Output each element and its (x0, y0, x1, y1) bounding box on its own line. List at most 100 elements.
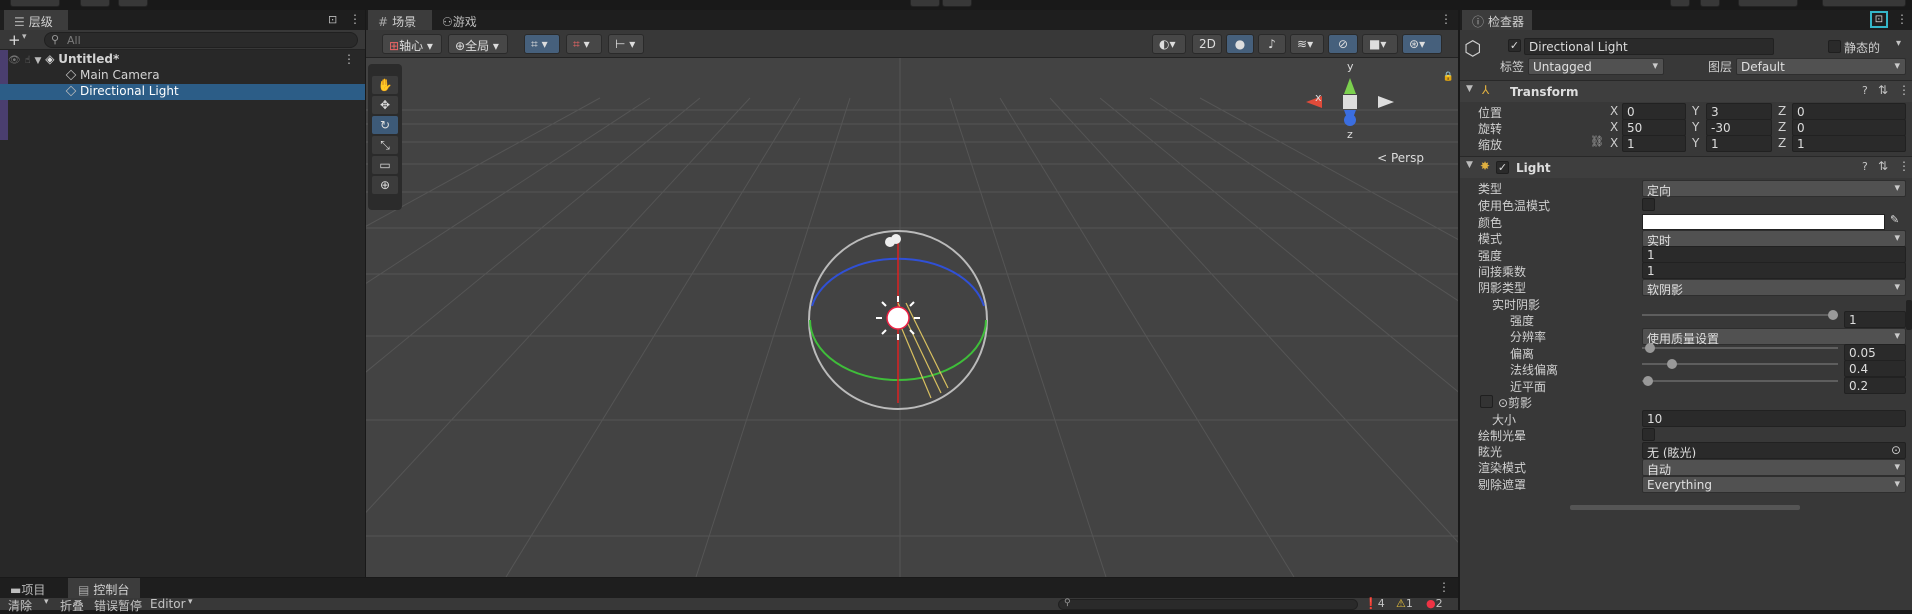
hand-tool[interactable]: ✋ (372, 76, 398, 94)
preset-icon[interactable]: ⇅ (1878, 83, 1888, 97)
slider-knob[interactable] (1828, 310, 1838, 320)
component-more-icon[interactable]: ⋮ (1898, 83, 1910, 97)
component-more-icon[interactable]: ⋮ (1898, 159, 1910, 173)
clear-dropdown-icon[interactable]: ▾ (44, 597, 49, 607)
render-mode-dropdown[interactable]: 自动 (1642, 459, 1906, 477)
layers-button[interactable] (1700, 0, 1720, 7)
more-icon[interactable]: ⋮ (349, 12, 361, 26)
search-input[interactable]: ⚲ All (44, 32, 358, 48)
clear-button[interactable]: 清除 (8, 597, 32, 614)
tab-project[interactable]: ▬项目 (0, 578, 66, 598)
rotate-tool[interactable]: ↻ (372, 116, 398, 134)
editor-chevron-icon[interactable]: ▾ (188, 597, 193, 607)
slider-knob[interactable] (1643, 376, 1653, 386)
strength-field[interactable]: 1 (1844, 311, 1906, 328)
ruler-button[interactable]: ⊢ ▾ (608, 34, 644, 54)
strength-slider[interactable] (1642, 306, 1838, 324)
visibility-icon[interactable]: 👁 (8, 55, 21, 66)
color-swatch[interactable] (1642, 214, 1885, 230)
slider-knob[interactable] (1667, 359, 1677, 369)
play-button[interactable] (910, 0, 940, 7)
tab-console[interactable]: ▤ 控制台 (68, 578, 140, 598)
camera-dropdown[interactable]: ■▾ (1362, 34, 1398, 54)
grid-snap-button[interactable]: ⌗ ▾ (524, 34, 560, 54)
near-plane-field[interactable]: 0.2 (1844, 377, 1906, 394)
expand-arrow-icon[interactable]: ▼ (34, 56, 41, 66)
position-z-field[interactable]: 0 (1792, 103, 1906, 120)
collapse-arrow-icon[interactable]: ▼ (1466, 84, 1473, 94)
tab-scene[interactable]: # 场景 (368, 10, 432, 30)
intensity-field[interactable]: 1 (1642, 246, 1906, 263)
pick-icon[interactable]: ☝ (25, 55, 31, 66)
draw-halo-checkbox[interactable] (1642, 428, 1655, 441)
rect-tool[interactable]: ▭ (372, 156, 398, 174)
eyedropper-icon[interactable]: ✎ (1890, 213, 1899, 226)
console-search-input[interactable]: ⚲ (1058, 598, 1358, 610)
color-temp-checkbox[interactable] (1642, 198, 1655, 211)
add-component-button[interactable] (1570, 505, 1800, 510)
tab-game[interactable]: ⚇游戏 (432, 10, 496, 30)
static-checkbox[interactable] (1828, 40, 1841, 53)
tab-hierarchy[interactable]: ☰ 层级 (4, 10, 68, 30)
scene-more-icon[interactable]: ⋮ (1440, 12, 1452, 26)
error-count[interactable]: ●2 (1426, 597, 1443, 610)
link-icon[interactable]: ⛓ (1590, 135, 1604, 148)
draw-mode-dropdown[interactable]: ◐▾ (1152, 34, 1186, 54)
inspector-lock-icon[interactable]: ⊡ (1870, 11, 1888, 28)
warning-count[interactable]: ⚠1 (1396, 597, 1413, 610)
cloud-button[interactable] (80, 0, 110, 7)
more-icon[interactable]: ⋮ (1438, 580, 1450, 594)
tag-dropdown[interactable]: Untagged (1528, 58, 1664, 75)
size-field[interactable]: 10 (1642, 410, 1906, 427)
indirect-field[interactable]: 1 (1642, 262, 1906, 279)
more-icon[interactable]: ⋮ (1896, 12, 1908, 26)
list-item[interactable]: Main Camera (0, 68, 365, 84)
rotation-y-field[interactable]: -30 (1706, 119, 1772, 136)
help-icon[interactable]: ? (1862, 160, 1868, 173)
transform-tool[interactable]: ⊕ (372, 176, 398, 194)
bias-field[interactable]: 0.05 (1844, 344, 1906, 361)
extra-dropdown[interactable] (1822, 0, 1906, 7)
slider-knob[interactable] (1645, 343, 1655, 353)
scene-viewport[interactable]: y x z < Persp 🔒 ✋ ✥ ↻ ⤡ ▭ ⊕ (366, 58, 1458, 577)
layout-dropdown[interactable] (1738, 0, 1798, 7)
object-name-field[interactable]: Directional Light (1524, 38, 1774, 55)
rotation-z-field[interactable]: 0 (1792, 119, 1906, 136)
normal-bias-field[interactable]: 0.4 (1844, 360, 1906, 377)
tab-inspector[interactable]: ⓘ 检查器 (1462, 10, 1532, 30)
rotation-x-field[interactable]: 50 (1622, 119, 1686, 136)
scale-y-field[interactable]: 1 (1706, 135, 1772, 152)
global-dropdown[interactable]: ⊕全局 ▾ (448, 34, 508, 54)
scale-z-field[interactable]: 1 (1792, 135, 1906, 152)
info-count[interactable]: ❗4 (1364, 597, 1385, 610)
gizmos-dropdown[interactable]: ⊛▾ (1402, 34, 1442, 54)
editor-dropdown[interactable]: Editor (150, 597, 186, 611)
collapse-button[interactable]: 折叠 (60, 597, 84, 614)
layer-dropdown[interactable]: Default (1736, 58, 1906, 75)
scene-root-row[interactable]: 👁 ☝ ▼ ◈ Untitled* ⋮ (0, 52, 365, 68)
light-header[interactable]: ▼ ✸ ✓ Light ? ⇅ ⋮ (1460, 156, 1912, 178)
lighting-toggle[interactable]: ● (1226, 34, 1254, 54)
cookie-checkbox[interactable] (1480, 395, 1493, 408)
lock-icon[interactable]: ⊡ (328, 13, 337, 26)
add-button[interactable]: + (8, 31, 21, 49)
collab-button[interactable] (118, 0, 148, 7)
type-dropdown[interactable]: 定向 (1642, 180, 1906, 198)
account-button[interactable] (10, 0, 60, 7)
preset-icon[interactable]: ⇅ (1878, 159, 1888, 173)
scale-tool[interactable]: ⤡ (372, 136, 398, 154)
scale-x-field[interactable]: 1 (1622, 135, 1686, 152)
flare-field[interactable]: 无 (眩光) ⊙ (1642, 442, 1906, 459)
effects-dropdown[interactable]: ≋▾ (1290, 34, 1324, 54)
near-plane-slider[interactable] (1642, 372, 1838, 390)
2d-toggle[interactable]: 2D (1192, 34, 1222, 54)
pause-button[interactable] (942, 0, 972, 7)
hidden-objects-toggle[interactable]: ⊘ (1328, 34, 1358, 54)
position-x-field[interactable]: 0 (1622, 103, 1686, 120)
static-dropdown-icon[interactable]: ▾ (1896, 38, 1901, 49)
shadow-type-dropdown[interactable]: 软阴影 (1642, 279, 1906, 297)
gizmo-lock-icon[interactable]: 🔒 (1443, 72, 1454, 82)
error-pause-button[interactable]: 错误暂停 (94, 597, 142, 614)
light-enabled-checkbox[interactable]: ✓ (1496, 161, 1509, 174)
search-button[interactable] (1670, 0, 1690, 7)
